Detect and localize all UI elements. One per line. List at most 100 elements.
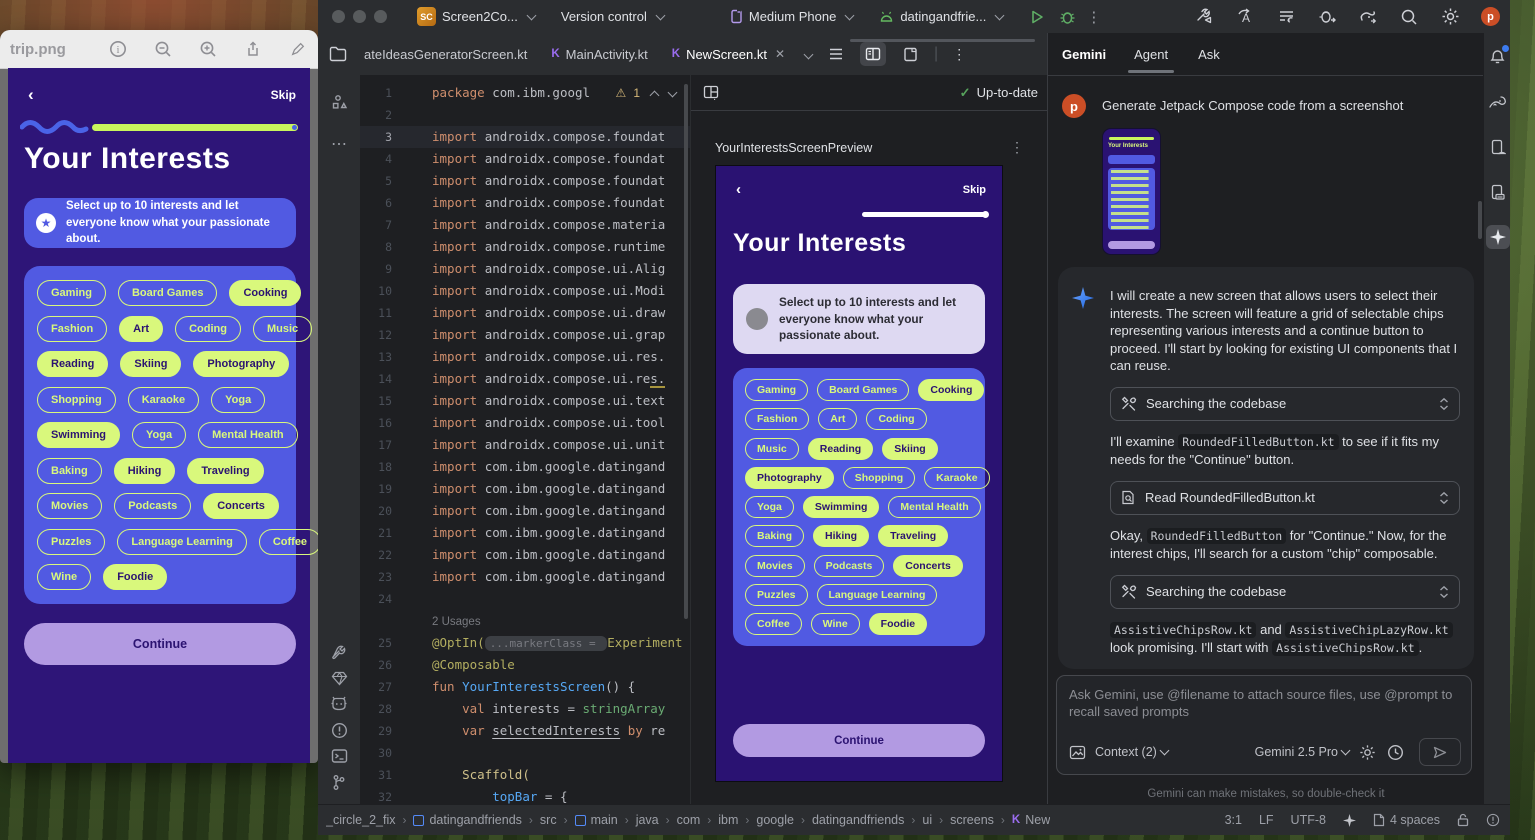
running-devices-icon[interactable] — [1486, 135, 1510, 159]
project-tool-window-icon[interactable] — [328, 44, 348, 64]
tools-icon — [1121, 584, 1137, 599]
more-run-actions-button[interactable]: ⋮ — [1086, 8, 1101, 26]
tool-card[interactable]: Searching the codebase — [1110, 575, 1460, 609]
line-ending[interactable]: LF — [1259, 813, 1274, 827]
markup-icon[interactable] — [288, 39, 308, 59]
preview-options-kebab-icon[interactable]: ⋮ — [1010, 139, 1024, 156]
editor-tab[interactable]: ateIdeasGeneratorScreen.kt — [352, 33, 539, 75]
debug-button[interactable] — [1059, 9, 1076, 25]
breadcrumb-item[interactable]: KNew — [1012, 813, 1050, 827]
notifications-bell-icon[interactable] — [1486, 45, 1510, 69]
user-avatar[interactable]: p — [1481, 7, 1500, 26]
device-explorer-icon[interactable] — [1486, 180, 1510, 204]
code-line: 3import androidx.compose.foundat — [360, 126, 690, 148]
attach-image-icon[interactable] — [1067, 742, 1087, 762]
gemini-scrollbar[interactable] — [1478, 201, 1482, 239]
caret-position[interactable]: 3:1 — [1225, 813, 1242, 827]
window-close-button[interactable] — [332, 10, 345, 23]
code-line: 18import com.ibm.google.datingand — [360, 456, 690, 478]
close-icon[interactable]: ✕ — [775, 47, 785, 61]
tab-options-kebab-icon[interactable]: ⋮ — [952, 46, 966, 63]
expand-chevron-icon[interactable] — [1439, 585, 1449, 599]
git-icon[interactable] — [326, 769, 352, 795]
breadcrumb-item[interactable]: _circle_2_fix — [326, 813, 395, 827]
gemini-prompt-input[interactable]: Ask Gemini, use @filename to attach sour… — [1056, 675, 1472, 775]
lock-icon[interactable] — [1457, 813, 1469, 827]
bug-icon — [1059, 9, 1076, 25]
gemini-tool-window-icon[interactable] — [1486, 225, 1510, 249]
dependencies-icon[interactable] — [326, 665, 352, 691]
send-button[interactable] — [1419, 738, 1461, 766]
context-selector[interactable]: Context (2) — [1095, 745, 1168, 759]
share-icon[interactable] — [243, 39, 263, 59]
run-button[interactable] — [1029, 9, 1045, 25]
breadcrumb-item[interactable]: src — [540, 813, 557, 827]
breadcrumb[interactable]: _circle_2_fix›datingandfriends›src›main›… — [326, 813, 1050, 827]
breadcrumb-item[interactable]: screens — [950, 813, 994, 827]
zoom-out-icon[interactable] — [153, 39, 173, 59]
kodee-assistant-icon[interactable] — [326, 691, 352, 717]
rename-refactor-icon[interactable]: A — [1235, 7, 1255, 27]
code-line: 28 val interests = stringArray — [360, 698, 690, 720]
settings-gear-icon[interactable] — [1440, 7, 1460, 27]
line-number: 20 — [360, 500, 392, 522]
model-selector[interactable]: Gemini 2.5 Pro — [1255, 745, 1349, 759]
breadcrumb-item[interactable]: java — [636, 813, 659, 827]
project-widget[interactable]: SC Screen2Co... — [417, 7, 535, 26]
tab-ask[interactable]: Ask — [1196, 36, 1222, 73]
inspections-status-icon[interactable] — [1486, 813, 1500, 827]
local-changes-icon[interactable] — [1276, 7, 1296, 27]
build-icon[interactable] — [1194, 7, 1214, 27]
preview-layout-icon[interactable] — [701, 83, 721, 103]
vcs-widget[interactable]: Version control — [561, 9, 664, 24]
interest-chip: Traveling — [878, 525, 948, 547]
module-selector[interactable]: datingandfrie... — [879, 9, 1003, 24]
breadcrumb-item[interactable]: ui — [922, 813, 932, 827]
window-minimize-button[interactable] — [353, 10, 366, 23]
device-preview-icon[interactable] — [900, 44, 920, 64]
breadcrumb-item[interactable]: main — [575, 813, 618, 827]
tab-agent[interactable]: Agent — [1132, 36, 1170, 73]
screenshot-thumbnail[interactable]: Your Interests — [1102, 128, 1161, 255]
split-preview-icon[interactable] — [860, 42, 886, 66]
device-selector[interactable]: Medium Phone — [730, 9, 853, 24]
editor-scrollbar[interactable] — [684, 84, 688, 619]
breadcrumb-item[interactable]: datingandfriends — [413, 813, 521, 827]
build-tool-window-icon[interactable] — [326, 639, 352, 665]
structure-view-icon[interactable] — [826, 44, 846, 64]
gradle-sync-icon[interactable] — [1358, 7, 1378, 27]
inspections-widget[interactable]: ⚠1 — [612, 85, 680, 101]
gradle-icon[interactable] — [1486, 90, 1510, 114]
breadcrumb-item[interactable]: ibm — [718, 813, 738, 827]
more-tool-windows-icon[interactable]: ⋯ — [326, 131, 352, 157]
indent-widget[interactable]: 4 spaces — [1373, 813, 1440, 827]
info-icon[interactable]: i — [108, 39, 128, 59]
back-arrow-icon: ‹ — [736, 182, 741, 197]
user-avatar: p — [1062, 94, 1086, 118]
problems-icon[interactable] — [326, 717, 352, 743]
search-everywhere-icon[interactable] — [1399, 7, 1419, 27]
gemini-settings-gear-icon[interactable] — [1357, 742, 1377, 762]
encoding[interactable]: UTF-8 — [1291, 813, 1326, 827]
tool-card[interactable]: Read RoundedFilledButton.kt — [1110, 481, 1460, 515]
tab-list-chevron-icon[interactable] — [804, 49, 814, 59]
tab-scrollbar[interactable] — [850, 39, 1035, 42]
attach-debugger-icon[interactable] — [1317, 7, 1337, 27]
window-zoom-button[interactable] — [374, 10, 387, 23]
expand-chevron-icon[interactable] — [1439, 397, 1449, 411]
editor-tab[interactable]: KNewScreen.kt✕ — [660, 33, 797, 75]
interest-chip: Podcasts — [814, 555, 885, 577]
zoom-in-icon[interactable] — [198, 39, 218, 59]
tool-card[interactable]: Searching the codebase — [1110, 387, 1460, 421]
breadcrumb-item[interactable]: com — [677, 813, 701, 827]
expand-chevron-icon[interactable] — [1439, 491, 1449, 505]
history-clock-icon[interactable] — [1385, 742, 1405, 762]
breadcrumb-item[interactable]: datingandfriends — [812, 813, 904, 827]
structure-icon[interactable] — [326, 89, 352, 115]
terminal-icon[interactable] — [326, 743, 352, 769]
editor-tab[interactable]: KMainActivity.kt — [539, 33, 659, 75]
code-editor[interactable]: 1package com.ibm.googl23import androidx.… — [360, 75, 690, 805]
reference-screenshot-image: ‹ Skip Your Interests ★ Select up to 10 … — [8, 68, 310, 763]
gemini-spark-status-icon[interactable] — [1343, 814, 1356, 827]
breadcrumb-item[interactable]: google — [756, 813, 794, 827]
